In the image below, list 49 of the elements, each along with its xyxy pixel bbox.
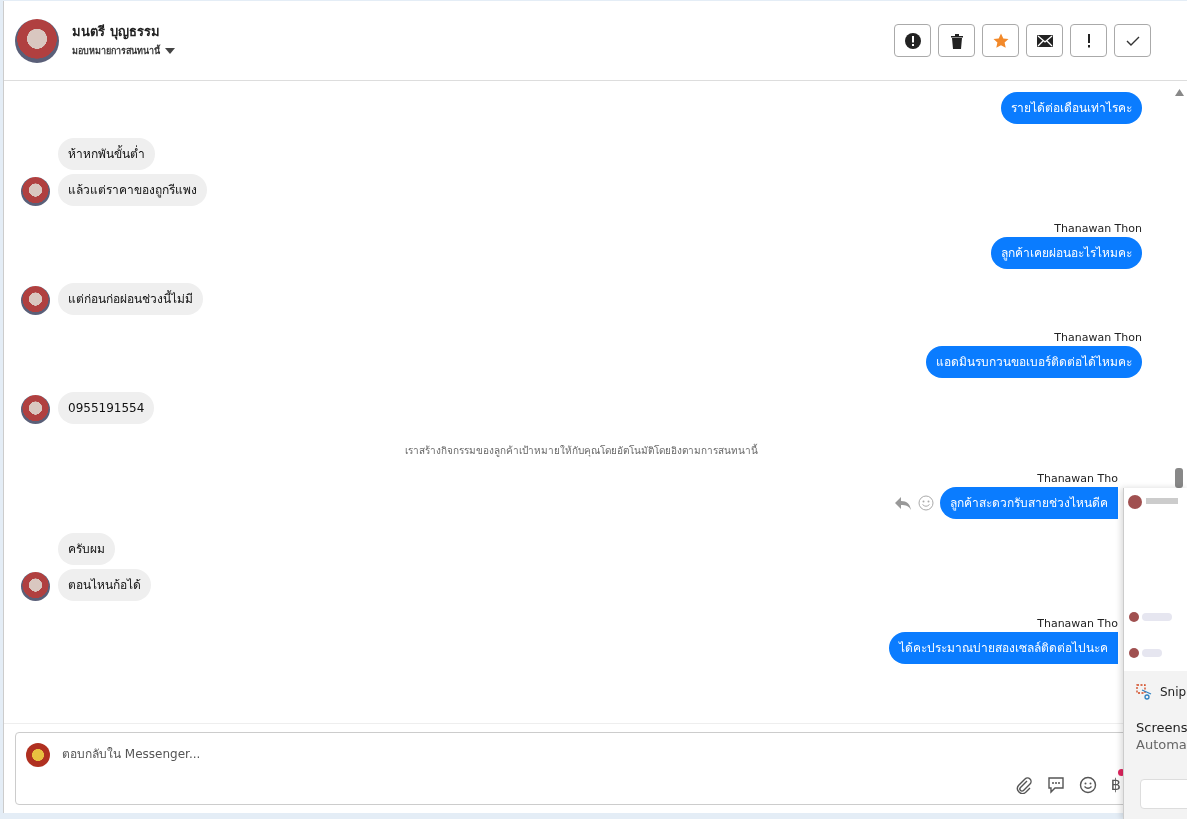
chat-bubble-icon[interactable] <box>1046 775 1065 794</box>
sender-name: Thanawan Thon <box>1054 222 1142 235</box>
message-bubble: ตอนไหนก้อได้ <box>58 569 151 601</box>
exclamation-icon <box>1086 33 1091 48</box>
screenshot-thumbnail[interactable] <box>1124 488 1187 671</box>
alert-icon <box>903 31 922 50</box>
system-notice: เราสร้างกิจกรรมของลูกค้าเป้าหมายให้กับคุณโดยอัตโนมัติโดยอิงตามการสนทนานี้ <box>404 444 759 458</box>
emoji-icon[interactable] <box>1078 775 1097 794</box>
message-bubble: ได้คะประมาณบ่ายสองเซลล์ติดต่อไปนะค <box>889 632 1118 664</box>
reply-icon[interactable] <box>894 495 912 511</box>
report-button[interactable] <box>894 24 931 57</box>
trash-icon <box>949 32 964 49</box>
contact-avatar <box>21 177 50 206</box>
notification-text: Screens <box>1136 720 1187 735</box>
paperclip-icon[interactable] <box>1014 775 1033 794</box>
message-bubble: รายได้ต่อเดือนเท่าไรคะ <box>1001 92 1142 124</box>
contact-avatar <box>21 286 50 315</box>
delete-button[interactable] <box>938 24 975 57</box>
sender-name: Thanawan Thon <box>1054 331 1142 344</box>
mark-unread-button[interactable] <box>1026 24 1063 57</box>
contact-avatar <box>21 395 50 424</box>
message-bubble: แต่ก่อนก่อผ่อนช่วงนี้ไม่มี <box>58 283 203 315</box>
message-bubble: แล้วแต่ราคาของถูกรีแพง <box>58 174 207 206</box>
message-bubble: ครับผม <box>58 533 115 565</box>
page-avatar <box>26 743 50 767</box>
message-bubble: ลูกค้าสะดวกรับสายช่วงไหนดีค <box>940 487 1118 519</box>
sender-name: Thanawan Tho <box>1037 617 1118 630</box>
sender-name: Thanawan Tho <box>1037 472 1118 485</box>
follow-up-button[interactable] <box>1070 24 1107 57</box>
star-icon <box>992 32 1009 49</box>
contact-avatar <box>15 18 59 63</box>
message-bubble: ห้าหกพันขั้นต่ำ <box>58 138 155 170</box>
caret-icon <box>165 48 175 54</box>
checkmark-icon <box>1125 35 1140 46</box>
contact-name: มนตรี บุญธรรม <box>72 24 161 40</box>
envelope-icon <box>1036 34 1053 47</box>
scissors-icon <box>1136 684 1152 700</box>
message-bubble: 0955191554 <box>58 392 155 424</box>
contact-avatar <box>21 572 50 601</box>
star-button[interactable] <box>982 24 1019 57</box>
message-bubble: แอดมินรบกวนขอเบอร์ติดต่อได้ไหมคะ <box>926 346 1142 378</box>
assign-dropdown[interactable]: มอบหมายการสนทนานี้ <box>72 45 175 57</box>
scroll-up-arrow-icon[interactable] <box>1174 89 1184 96</box>
scrollbar-thumb[interactable] <box>1175 468 1183 488</box>
message-bubble: ลูกค้าเคยผ่อนอะไรไหมคะ <box>991 237 1142 269</box>
payment-button[interactable]: ฿ <box>1110 775 1121 794</box>
notification-title: Snip <box>1160 685 1187 699</box>
notification-text: Automa <box>1136 737 1187 752</box>
done-button[interactable] <box>1114 24 1151 57</box>
